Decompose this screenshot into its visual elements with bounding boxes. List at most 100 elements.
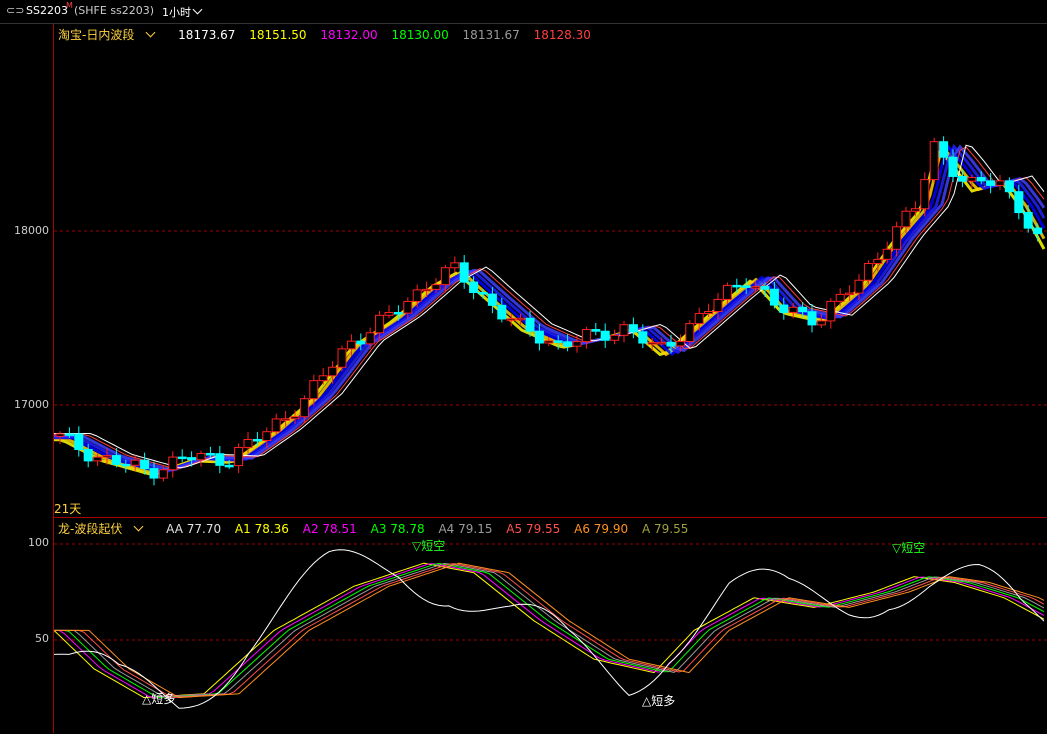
candle-body <box>93 456 103 462</box>
oscillator-line-aa <box>54 549 1045 709</box>
candle-body <box>121 463 131 467</box>
candle-body <box>807 311 817 326</box>
candle-body <box>713 298 723 313</box>
axis-tick-18000: 18000 <box>14 224 49 237</box>
candle-body <box>487 293 497 306</box>
candle-body <box>910 208 920 212</box>
main-indicator-name[interactable]: 淘宝-日内波段 <box>58 27 164 42</box>
candle-body <box>393 312 403 315</box>
toolbar: ⊂⊃ SS2203 M (SHFE ss2203) 1小时 <box>0 0 1047 24</box>
candle-body <box>111 455 121 465</box>
period-label: 1小时 <box>162 6 191 19</box>
candle-body <box>83 449 93 462</box>
candle-body <box>356 340 366 345</box>
ma-band-line-0 <box>54 149 1046 476</box>
candle-body <box>506 318 516 321</box>
main-chart-pane[interactable]: 淘宝-日内波段 18173.67 18151.50 18132.00 18130… <box>54 24 1047 516</box>
oscillator-pane[interactable]: 龙-波段起伏 AA 77.70 A1 78.36 A2 78.51 A3 78.… <box>54 517 1047 734</box>
candle-body <box>657 341 667 345</box>
candle-body <box>459 262 469 283</box>
sub-value-3: A3 78.78 <box>370 522 425 536</box>
candle-body <box>769 288 779 306</box>
candle-body <box>130 459 140 466</box>
sub-value-4: A4 79.15 <box>438 522 493 536</box>
sub-indicator-name[interactable]: 龙-波段起伏 <box>58 521 152 536</box>
candle-body <box>995 180 1005 186</box>
signal-short-sell-1: ▽短空 <box>412 539 446 553</box>
candle-body <box>478 291 488 295</box>
sub-value-7: A 79.55 <box>641 522 689 536</box>
candle-body <box>544 340 554 344</box>
candle-body <box>638 331 648 344</box>
candle-body <box>628 324 638 333</box>
axis-tick-100: 100 <box>28 536 49 549</box>
candle-body <box>741 285 751 288</box>
candle-body <box>337 348 347 368</box>
candle-body <box>694 313 704 325</box>
ma-band-line-4 <box>54 144 1046 472</box>
candle-body <box>224 464 234 468</box>
candle-body <box>281 418 291 421</box>
candlestick-chart[interactable] <box>54 24 1047 516</box>
symbol-code[interactable]: SS2203 <box>26 4 68 17</box>
candle-body <box>497 304 507 320</box>
candle-body <box>957 175 967 182</box>
candle-body <box>1023 212 1033 229</box>
signal-short-buy-2: △短多 <box>642 694 676 708</box>
sub-legend: 龙-波段起伏 AA 77.70 A1 78.36 A2 78.51 A3 78.… <box>58 520 698 537</box>
candle-body <box>187 457 197 461</box>
main-legend: 淘宝-日内波段 18173.67 18151.50 18132.00 18130… <box>58 26 601 43</box>
ma-band-line-3 <box>54 143 1046 473</box>
sub-value-0: AA 77.70 <box>166 522 222 536</box>
candle-body <box>271 418 281 433</box>
main-value-3: 18130.00 <box>391 28 449 42</box>
candle-body <box>666 341 676 347</box>
period-selector[interactable]: 1小时 <box>162 4 203 20</box>
candle-body <box>64 433 74 436</box>
candle-body <box>722 284 732 300</box>
candle-body <box>422 288 432 292</box>
chevron-down-icon <box>192 4 203 15</box>
sub-value-1: A1 78.36 <box>234 522 289 536</box>
candle-body <box>647 342 657 345</box>
candle-body <box>384 312 394 316</box>
candle-body <box>252 438 262 442</box>
candle-body <box>450 262 460 269</box>
candle-body <box>365 332 375 345</box>
sub-value-5: A5 79.55 <box>506 522 561 536</box>
candle-body <box>149 468 159 479</box>
ma-band-line-1 <box>54 143 1046 475</box>
candle-body <box>74 433 84 451</box>
candle-body <box>882 248 892 260</box>
candle-body <box>412 289 422 302</box>
candle-body <box>619 324 629 336</box>
candle-body <box>854 279 864 294</box>
candle-body <box>375 314 385 334</box>
candle-body <box>685 323 695 342</box>
candle-body <box>309 380 319 400</box>
signal-short-sell-2: ▽短空 <box>892 541 926 555</box>
symbol-description: (SHFE ss2203) <box>74 4 155 17</box>
candle-body <box>563 341 573 347</box>
axis-tick-50: 50 <box>35 632 49 645</box>
ma-band-line-5 <box>54 146 1045 470</box>
candle-body <box>845 292 855 296</box>
candle-body <box>168 456 178 471</box>
candle-body <box>158 469 168 479</box>
candle-body <box>920 179 930 210</box>
candle-body <box>215 453 225 466</box>
link-icon[interactable]: ⊂⊃ <box>6 4 24 17</box>
ma-band-line-2 <box>54 143 1046 475</box>
candle-body <box>205 453 215 456</box>
axis-tick-17000: 17000 <box>14 398 49 411</box>
candle-body <box>826 300 836 322</box>
candle-body <box>440 267 450 286</box>
candle-body <box>140 459 150 470</box>
candle-body <box>675 340 685 347</box>
main-value-2: 18132.00 <box>320 28 378 42</box>
candle-body <box>581 329 591 343</box>
chevron-down-icon <box>133 521 144 532</box>
candle-body <box>346 340 356 350</box>
candle-body <box>534 330 544 344</box>
candle-body <box>779 304 789 313</box>
